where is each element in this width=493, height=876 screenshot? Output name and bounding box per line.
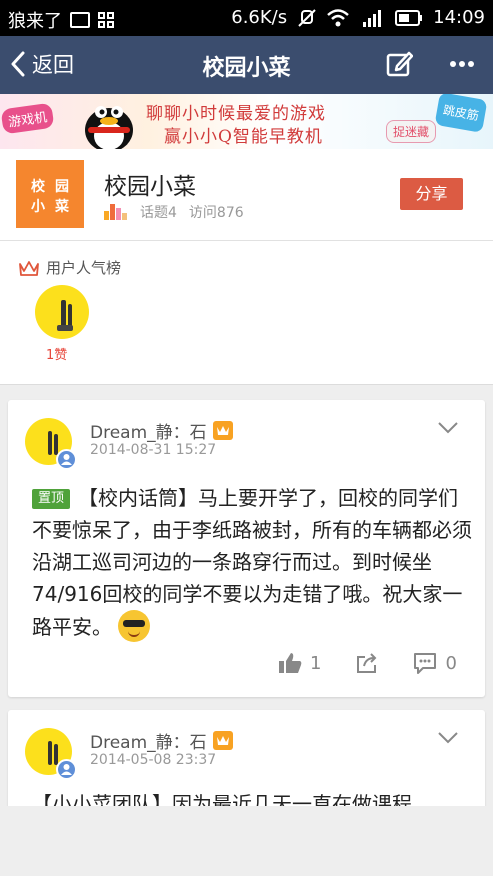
author-name: Dream_静：石 (90, 423, 207, 443)
top-user-avatar[interactable] (35, 285, 89, 339)
banner-tag-left: 游戏机 (0, 102, 55, 135)
logo-char: 校 (31, 179, 45, 195)
post-menu-button[interactable] (437, 730, 459, 749)
repost-button[interactable] (355, 652, 379, 674)
comment-count: 0 (445, 652, 457, 674)
wifi-icon (327, 8, 349, 26)
post-text: 【校内话筒】马上要开学了，回校的同学们不要惊呆了，由于李纸路被封，所有的车辆都必… (32, 486, 472, 639)
level-bars-icon (104, 204, 128, 220)
bunny-avatar-icon (57, 300, 73, 331)
penguin-mascot-icon (85, 106, 133, 149)
sunglasses-emoji-icon (118, 610, 150, 642)
group-logo: 校 园 小 菜 (16, 160, 84, 228)
chevron-down-icon (438, 422, 458, 434)
group-name: 校园小菜 (104, 174, 196, 200)
mute-icon (298, 8, 316, 27)
comment-button[interactable]: 0 (413, 652, 457, 674)
author-name: Dream_静：石 (90, 733, 207, 753)
banner-tag-right: 跳皮筋 (434, 94, 488, 133)
post-date: 2014-05-08 23:37 (90, 752, 217, 768)
logo-char: 小 (31, 199, 45, 215)
share-icon (357, 653, 377, 673)
post-menu-button[interactable] (437, 420, 459, 439)
visit-count: 访问876 (188, 205, 244, 221)
compose-button[interactable] (385, 50, 414, 82)
vip-crown-icon (212, 421, 233, 440)
bottom-overlay (0, 806, 493, 876)
group-header: 校 园 小 菜 校园小菜 话题4 访问876 分享 (0, 149, 493, 241)
popularity-title: 用户人气榜 (18, 257, 121, 278)
share-button[interactable]: 分享 (400, 178, 463, 210)
logo-char: 菜 (55, 199, 69, 215)
group-meta: 话题4 访问876 (104, 202, 244, 222)
network-speed: 6.6K/s (231, 7, 288, 28)
post-card[interactable]: Dream_静：石 2014-08-31 15:27 置顶 【校内话筒】马上要开学… (8, 400, 485, 697)
more-dots-icon (450, 61, 474, 67)
logo-char: 园 (55, 179, 69, 195)
pinned-badge: 置顶 (32, 489, 71, 509)
verified-user-icon (56, 449, 77, 470)
post-author[interactable]: Dream_静：石 (90, 418, 233, 443)
post-date: 2014-08-31 15:27 (90, 442, 217, 458)
carrier-label: 狼来了 (8, 11, 62, 32)
comment-icon (414, 653, 437, 674)
banner-headline: 聊聊小时候最爱的游戏 (146, 104, 326, 124)
like-button[interactable]: 1 (278, 652, 321, 674)
vip-crown-icon (212, 731, 233, 750)
banner-subline: 赢小小Q智能早教机 (164, 127, 323, 147)
chevron-down-icon (438, 732, 458, 744)
status-bar: 狼来了 6.6K/s 14:09 (0, 0, 493, 36)
more-button[interactable] (449, 48, 475, 85)
popularity-label: 用户人气榜 (46, 259, 122, 277)
popularity-ranking: 用户人气榜 1赞 (0, 241, 493, 385)
nav-bar: 返回 校园小菜 (0, 36, 493, 94)
promo-banner[interactable]: 游戏机 聊聊小时候最爱的游戏 赢小小Q智能早教机 捉迷藏 跳皮筋 (0, 94, 493, 149)
page-title: 校园小菜 (202, 56, 291, 81)
post-author[interactable]: Dream_静：石 (90, 728, 233, 753)
app-grid-icon (98, 12, 114, 28)
like-count: 1 (310, 652, 322, 674)
edit-icon (386, 51, 414, 77)
banner-tag-mid: 捉迷藏 (386, 120, 437, 143)
post-actions: 1 0 (278, 652, 491, 674)
signal-icon (363, 9, 382, 27)
top-user-likes: 1赞 (46, 348, 68, 363)
thumbs-up-icon (279, 653, 302, 673)
crown-icon (19, 260, 39, 276)
clock: 14:09 (433, 7, 485, 28)
post-content: 置顶 【校内话筒】马上要开学了，回校的同学们不要惊呆了，由于李纸路被封，所有的车辆… (32, 482, 472, 643)
verified-user-icon (56, 759, 77, 780)
topic-count: 话题4 (140, 205, 177, 221)
battery-icon (395, 9, 423, 26)
image-notification-icon (70, 12, 90, 28)
